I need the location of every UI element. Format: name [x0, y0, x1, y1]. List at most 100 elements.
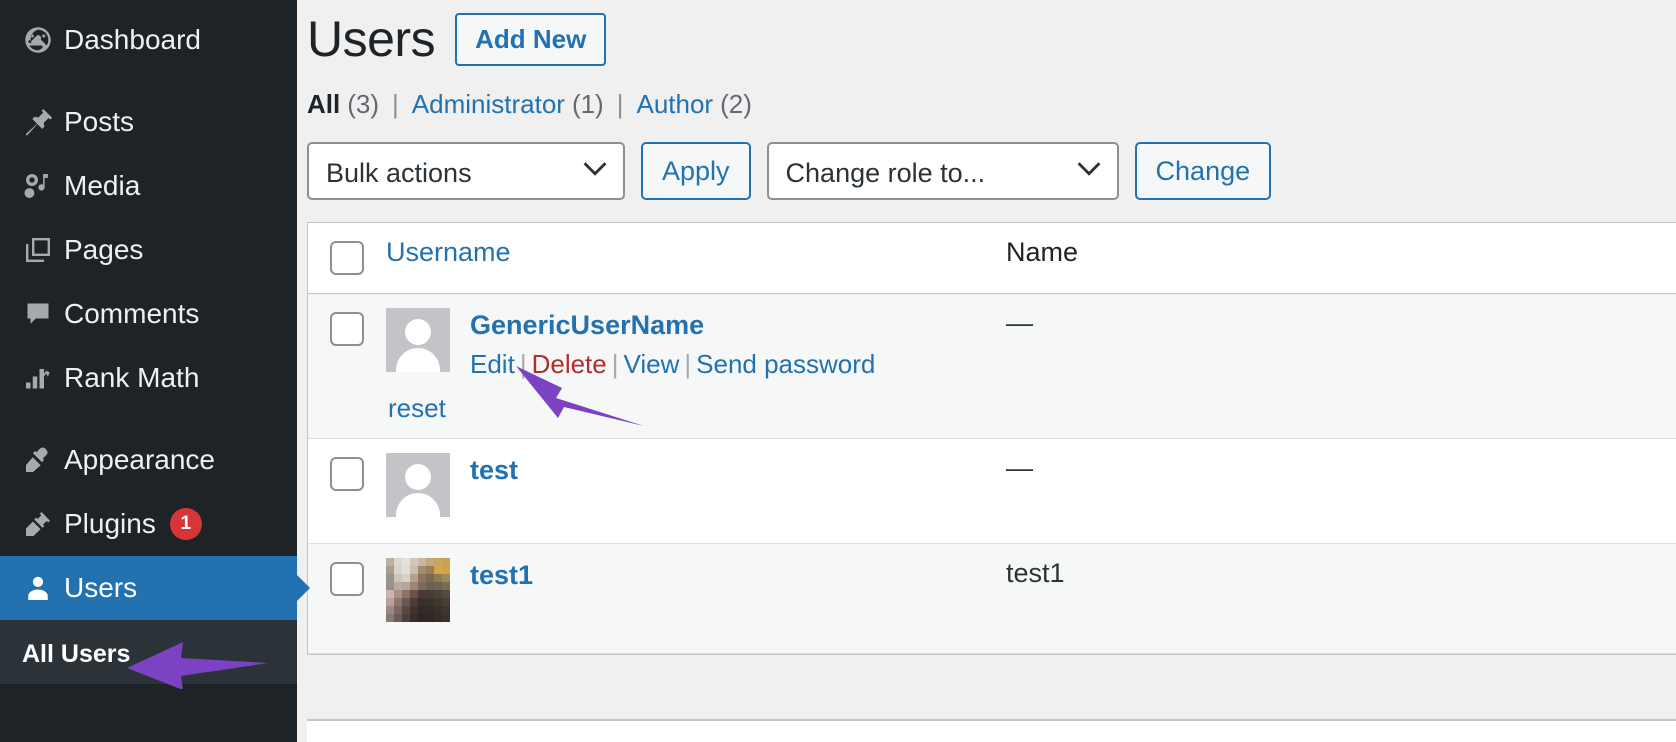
user-text-block: GenericUserName Edit | Delete | View | Send pa… — [470, 308, 875, 383]
row-action-separator: | — [611, 349, 619, 380]
avatar-body-shape — [396, 492, 440, 517]
media-icon — [12, 171, 64, 201]
username-link[interactable]: GenericUserName — [470, 310, 704, 342]
sidebar-item-rank-math[interactable]: Rank Math — [0, 346, 297, 410]
select-all-header — [308, 223, 386, 293]
select-all-checkbox[interactable] — [330, 241, 364, 275]
appearance-icon — [12, 445, 64, 475]
user-cell: test1 — [386, 557, 1006, 622]
users-table-container: Username Name GenericUserName Edit | Del… — [307, 222, 1676, 655]
row-action-separator: | — [519, 349, 527, 380]
row-name-cell: — — [1006, 438, 1676, 543]
sidebar-item-media[interactable]: Media — [0, 154, 297, 218]
user-cell: GenericUserName Edit | Delete | View | Send pa… — [386, 307, 1006, 383]
sidebar-item-label: Users — [64, 572, 138, 603]
pages-icon — [12, 235, 64, 265]
sidebar-item-plugins[interactable]: Plugins 1 — [0, 492, 297, 556]
sidebar-subitem-label: All Users — [22, 639, 131, 668]
avatar — [386, 307, 450, 372]
filter-all-label: All — [307, 89, 341, 119]
sidebar-item-posts[interactable]: Posts — [0, 90, 297, 154]
sidebar-item-appearance[interactable]: Appearance — [0, 428, 297, 492]
username-link[interactable]: test — [470, 455, 518, 487]
page-header: Users Add New — [297, 0, 1676, 67]
row-action-view[interactable]: View — [624, 349, 680, 379]
filter-all-count: (3) — [347, 89, 380, 119]
filter-administrator-count: (1) — [571, 89, 604, 119]
users-submenu: All Users — [0, 620, 297, 684]
sidebar-subitem-all-users[interactable]: All Users — [0, 624, 297, 684]
row-select-cell — [308, 438, 386, 543]
username-link[interactable]: test1 — [470, 560, 533, 592]
name-column-header: Name — [1006, 223, 1676, 293]
admin-sidebar: Dashboard Posts Media Pages Comments Ran… — [0, 0, 297, 742]
sidebar-item-label: Comments — [64, 298, 200, 329]
rank-math-icon — [12, 363, 64, 393]
table-bottom-edge — [307, 719, 1676, 742]
sidebar-item-label: Dashboard — [64, 24, 201, 55]
plugins-icon — [12, 509, 64, 539]
row-action-send-password-reset[interactable]: Send password — [696, 349, 875, 379]
apply-button[interactable]: Apply — [641, 142, 751, 200]
row-name-value: test1 — [1006, 557, 1065, 588]
sidebar-item-label: Plugins — [64, 508, 156, 539]
page-title: Users — [307, 11, 436, 67]
row-action-separator: | — [684, 349, 692, 380]
users-table-head: Username Name — [308, 223, 1676, 293]
table-navigation-top: Bulk actions Apply Change role to... Cha… — [297, 120, 1676, 200]
row-action-send-password-reset-tail[interactable]: reset — [388, 393, 446, 424]
row-actions: Edit | Delete | View | Send password — [470, 347, 875, 382]
sidebar-item-comments[interactable]: Comments — [0, 282, 297, 346]
sidebar-item-users[interactable]: Users — [0, 556, 297, 620]
users-table: Username Name GenericUserName Edit | Del… — [308, 223, 1676, 654]
name-column-label: Name — [1006, 237, 1079, 267]
row-name-value: — — [1006, 452, 1033, 483]
role-filter-links: All (3) | Administrator (1) | Author (2) — [297, 67, 1676, 120]
table-row: test — — [308, 438, 1676, 543]
row-username-cell: test1 — [386, 543, 1006, 653]
change-role-button[interactable]: Change — [1134, 142, 1272, 200]
bulk-actions-select[interactable]: Bulk actions — [307, 142, 625, 200]
filter-administrator[interactable]: Administrator (1) — [412, 89, 604, 120]
filter-separator: | — [392, 89, 399, 119]
sidebar-item-label: Pages — [64, 234, 144, 265]
sidebar-item-pages[interactable]: Pages — [0, 218, 297, 282]
avatar — [386, 452, 450, 517]
username-sort-link[interactable]: Username — [386, 237, 511, 267]
row-checkbox[interactable] — [330, 561, 364, 596]
sidebar-item-label: Appearance — [64, 444, 216, 475]
users-table-body: GenericUserName Edit | Delete | View | Send pa… — [308, 293, 1676, 653]
change-role-select[interactable]: Change role to... — [766, 142, 1119, 200]
comments-icon — [12, 299, 64, 329]
filter-author[interactable]: Author (2) — [636, 89, 751, 120]
wordpress-admin-screen: Dashboard Posts Media Pages Comments Ran… — [0, 0, 1676, 742]
user-cell: test — [386, 452, 1006, 517]
table-row: GenericUserName Edit | Delete | View | Send pa… — [308, 293, 1676, 438]
row-username-cell: test — [386, 438, 1006, 543]
sidebar-item-label: Rank Math — [64, 362, 200, 393]
filter-administrator-label[interactable]: Administrator — [412, 89, 565, 119]
plugins-update-badge: 1 — [169, 508, 202, 540]
row-select-cell — [308, 293, 386, 438]
sidebar-item-label: Posts — [64, 106, 135, 137]
avatar-head-shape — [405, 463, 431, 490]
sidebar-divider — [0, 410, 297, 428]
filter-author-count: (2) — [720, 89, 752, 119]
filter-author-label[interactable]: Author — [636, 89, 713, 119]
row-checkbox[interactable] — [330, 311, 364, 346]
user-text-block: test1 — [470, 558, 533, 592]
row-action-edit[interactable]: Edit — [470, 349, 515, 379]
add-new-button[interactable]: Add New — [455, 12, 607, 67]
change-role-wrap: Change role to... — [766, 142, 1119, 200]
row-username-cell: GenericUserName Edit | Delete | View | Send pa… — [386, 293, 1006, 438]
row-name-value: — — [1006, 307, 1033, 338]
row-action-delete[interactable]: Delete — [532, 349, 607, 379]
bulk-actions-wrap: Bulk actions — [307, 142, 625, 200]
filter-all[interactable]: All (3) — [307, 89, 379, 120]
sidebar-divider — [0, 72, 297, 90]
pin-icon — [12, 107, 64, 137]
row-checkbox[interactable] — [330, 456, 364, 491]
row-name-cell: test1 — [1006, 543, 1676, 653]
sidebar-item-dashboard[interactable]: Dashboard — [0, 8, 297, 72]
username-column-header: Username — [386, 223, 1006, 293]
